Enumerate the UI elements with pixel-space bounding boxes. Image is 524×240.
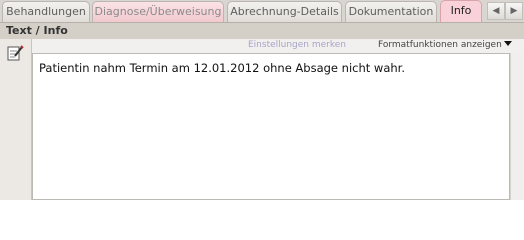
tab-scroll-right-button[interactable]: ▶: [505, 2, 523, 20]
chevron-down-icon[interactable]: [504, 41, 512, 46]
info-text-editor[interactable]: Patientin nahm Termin am 12.01.2012 ohne…: [32, 53, 510, 200]
editor-side-strip: [0, 39, 32, 200]
editor-toolbar: Einstellungen merken Formatfunktionen an…: [32, 39, 524, 53]
show-format-functions-toggle[interactable]: Formatfunktionen anzeigen: [378, 40, 502, 50]
tab-bar: Behandlungen Diagnose/Überweisung Abrech…: [0, 0, 524, 22]
notepad-pencil-icon[interactable]: [6, 44, 24, 62]
chevron-left-icon: ◀: [492, 6, 500, 16]
chevron-right-icon: ▶: [510, 6, 518, 16]
vertical-scrollbar[interactable]: [510, 53, 524, 200]
section-title: Text / Info: [6, 24, 68, 37]
editor-content[interactable]: Patientin nahm Termin am 12.01.2012 ohne…: [39, 61, 405, 75]
tab-abrechnung-details[interactable]: Abrechnung-Details: [227, 1, 342, 22]
section-header: Text / Info: [0, 22, 524, 39]
tab-behandlungen[interactable]: Behandlungen: [2, 1, 90, 22]
tab-info[interactable]: Info: [440, 0, 482, 22]
tab-scroll-left-button[interactable]: ◀: [487, 2, 505, 20]
save-settings-link[interactable]: Einstellungen merken: [248, 40, 346, 50]
tab-dokumentation[interactable]: Dokumentation: [345, 1, 437, 22]
tab-diagnose-ueberweisung[interactable]: Diagnose/Überweisung: [92, 1, 224, 22]
